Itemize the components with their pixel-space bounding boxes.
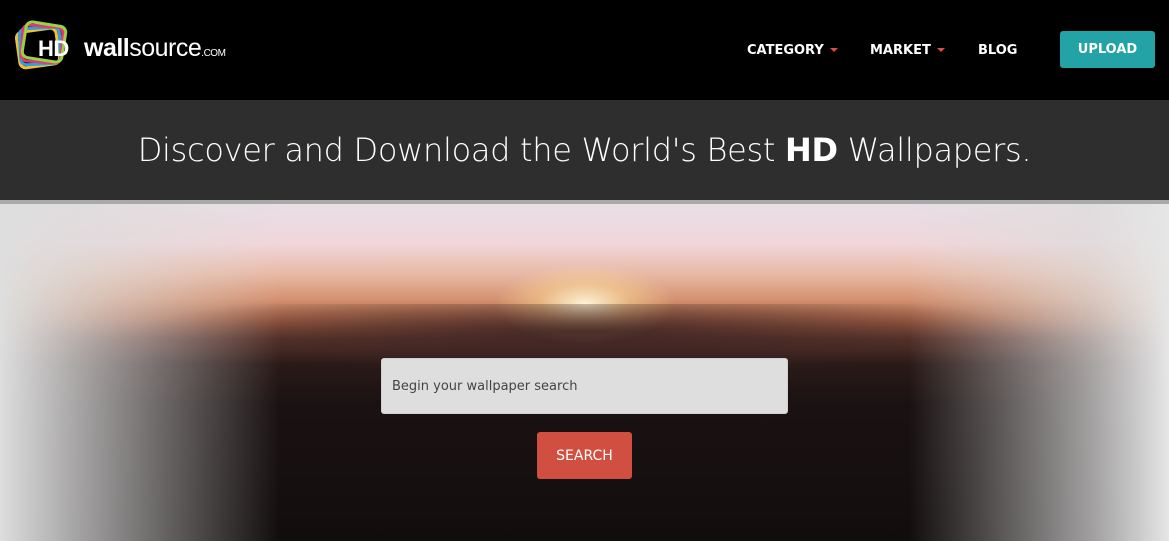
tagline-before: Discover and Download the World's Best [137, 131, 786, 169]
logo-wordmark: wallsource.COM [84, 34, 226, 63]
site-logo[interactable]: HD wallsource.COM [14, 18, 234, 76]
hero-fade-left [0, 204, 280, 541]
upload-button[interactable]: UPLOAD [1060, 31, 1155, 68]
nav-item-label: MARKET [870, 42, 931, 58]
nav-item-category[interactable]: CATEGORY [747, 38, 838, 62]
nav-item-label: CATEGORY [747, 42, 824, 58]
logo-source-text: source [129, 34, 202, 62]
search-button[interactable]: SEARCH [537, 432, 632, 479]
top-navbar: HD wallsource.COM CATEGORY MARKET BLOG U… [0, 0, 1169, 100]
logo-wall-text: wall [84, 34, 130, 62]
logo-hd-text: HD [38, 36, 69, 61]
nav-item-label: BLOG [978, 42, 1018, 58]
caret-down-icon [936, 48, 945, 52]
logo-com-text: .COM [201, 48, 226, 59]
page-tagline: Discover and Download the World's Best H… [138, 131, 1032, 169]
search-input[interactable] [381, 358, 788, 414]
tagline-highlight: HD [785, 131, 838, 169]
nav-item-blog[interactable]: BLOG [978, 38, 1017, 62]
nav-item-market[interactable]: MARKET [870, 38, 945, 62]
tagline-banner: Discover and Download the World's Best H… [0, 100, 1169, 200]
hero-fade-right [909, 204, 1169, 541]
tagline-after: Wallpapers. [837, 131, 1032, 169]
caret-down-icon [829, 48, 838, 52]
